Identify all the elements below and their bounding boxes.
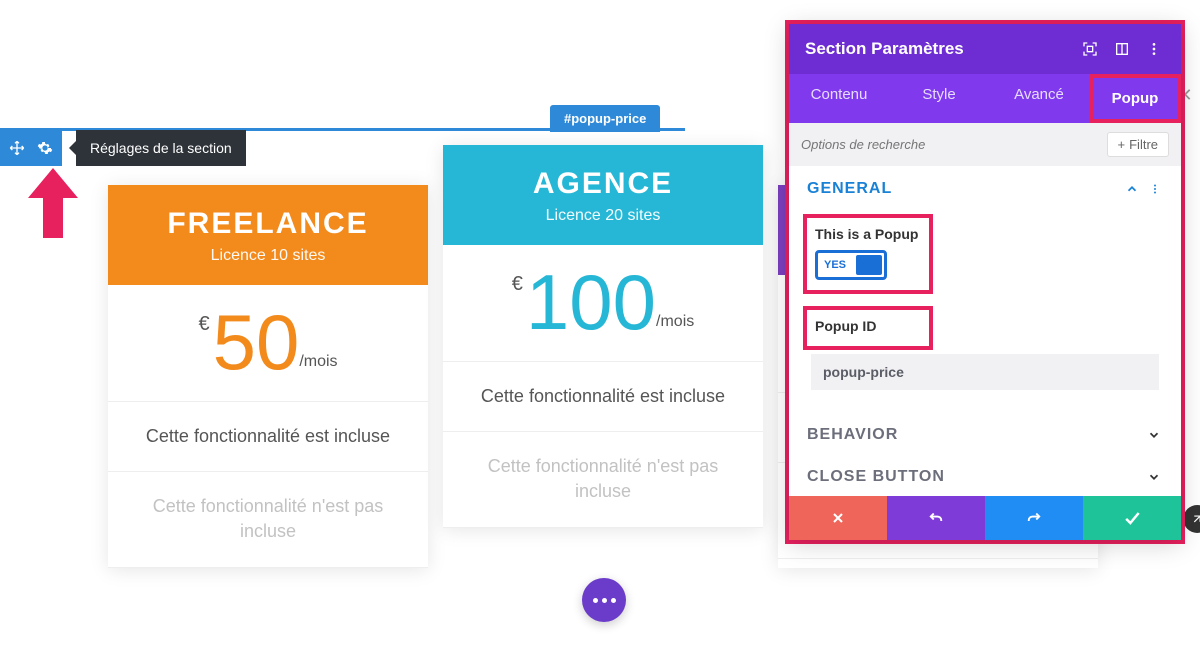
section-settings-tooltip: Réglages de la section bbox=[76, 130, 246, 166]
group-behavior-label: BEHAVIOR bbox=[807, 426, 1145, 444]
price-amount: 100 bbox=[526, 263, 656, 341]
popup-id-input[interactable] bbox=[811, 354, 1159, 390]
pricing-card-agence: AGENCE Licence 20 sites € 100 /mois Cett… bbox=[443, 145, 763, 528]
card-price: € 100 /mois bbox=[443, 245, 763, 362]
chevron-up-icon bbox=[1123, 180, 1141, 198]
price-amount: 50 bbox=[213, 303, 300, 381]
section-toolbar: Réglages de la section bbox=[0, 130, 246, 166]
group-close-button-label: CLOSE BUTTON bbox=[807, 468, 1145, 486]
field-is-popup-label: This is a Popup bbox=[815, 226, 921, 242]
feature-included: Cette fonctionnalité est incluse bbox=[443, 362, 763, 432]
feature-excluded: Cette fonctionnalité n'est pas incluse bbox=[108, 472, 428, 567]
group-general-label: GENERAL bbox=[807, 180, 1123, 198]
price-period: /mois bbox=[656, 313, 694, 331]
cancel-button[interactable] bbox=[789, 496, 887, 540]
filter-button[interactable]: + Filtre bbox=[1107, 132, 1169, 157]
kebab-menu-icon[interactable] bbox=[1143, 38, 1165, 60]
card-header: AGENCE Licence 20 sites bbox=[443, 145, 763, 245]
settings-panel-highlight: Section Paramètres Contenu Style Avancé … bbox=[785, 20, 1185, 544]
tab-content[interactable]: Contenu bbox=[789, 74, 889, 123]
field-popup-id-highlight: Popup ID bbox=[803, 306, 933, 350]
tab-popup-highlight: Popup bbox=[1089, 74, 1181, 123]
chevron-down-icon bbox=[1145, 426, 1163, 444]
field-popup-id-row bbox=[803, 346, 1167, 400]
group-close-button[interactable]: CLOSE BUTTON bbox=[789, 454, 1181, 496]
dot-icon bbox=[611, 598, 616, 603]
currency-symbol: € bbox=[198, 313, 209, 336]
toggle-value: YES bbox=[818, 259, 846, 271]
plus-icon: + bbox=[1118, 137, 1126, 152]
card-price: € 50 /mois bbox=[108, 285, 428, 402]
tab-popup[interactable]: Popup bbox=[1089, 74, 1181, 123]
group-behavior[interactable]: BEHAVIOR bbox=[789, 412, 1181, 454]
panel-footer bbox=[789, 496, 1181, 540]
feature-excluded: Cette fonctionnalité n'est pas incluse bbox=[443, 432, 763, 527]
undo-button[interactable] bbox=[887, 496, 985, 540]
panel-title: Section Paramètres bbox=[805, 39, 1069, 59]
columns-icon[interactable] bbox=[1111, 38, 1133, 60]
pointer-arrow-annotation bbox=[28, 168, 78, 238]
panel-search-row: + Filtre bbox=[789, 123, 1181, 166]
tab-style[interactable]: Style bbox=[889, 74, 989, 123]
field-popup-id-label: Popup ID bbox=[815, 318, 921, 334]
search-input[interactable] bbox=[801, 137, 1097, 152]
filter-label: Filtre bbox=[1129, 137, 1158, 152]
kebab-menu-icon[interactable] bbox=[1149, 183, 1163, 195]
settings-panel: Section Paramètres Contenu Style Avancé … bbox=[789, 24, 1181, 540]
save-button[interactable] bbox=[1083, 496, 1181, 540]
card-subtitle: Licence 20 sites bbox=[453, 207, 753, 225]
redo-button[interactable] bbox=[985, 496, 1083, 540]
group-general[interactable]: GENERAL bbox=[789, 166, 1181, 208]
toggle-knob bbox=[856, 255, 882, 275]
dot-icon bbox=[593, 598, 598, 603]
card-header: FREELANCE Licence 10 sites bbox=[108, 185, 428, 285]
pricing-card-freelance: FREELANCE Licence 10 sites € 50 /mois Ce… bbox=[108, 185, 428, 568]
move-icon[interactable] bbox=[8, 139, 26, 157]
gear-icon[interactable] bbox=[36, 139, 54, 157]
module-menu-button[interactable] bbox=[582, 578, 626, 622]
resize-handle-icon[interactable] bbox=[1183, 505, 1200, 533]
feature-included: Cette fonctionnalité est incluse bbox=[108, 402, 428, 472]
card-title: AGENCE bbox=[453, 167, 753, 201]
dot-icon bbox=[602, 598, 607, 603]
card-subtitle: Licence 10 sites bbox=[118, 247, 418, 265]
section-toolbar-icons bbox=[0, 130, 62, 166]
currency-symbol: € bbox=[512, 273, 523, 296]
focus-icon[interactable] bbox=[1079, 38, 1101, 60]
panel-header: Section Paramètres bbox=[789, 24, 1181, 74]
panel-body: GENERAL This is a Popup YES Popup ID bbox=[789, 166, 1181, 496]
field-is-popup-highlight: This is a Popup YES bbox=[803, 214, 933, 294]
panel-tabs: Contenu Style Avancé Popup bbox=[789, 74, 1181, 123]
price-period: /mois bbox=[299, 353, 337, 371]
tab-advanced[interactable]: Avancé bbox=[989, 74, 1089, 123]
chevron-down-icon bbox=[1145, 468, 1163, 486]
card-title: FREELANCE bbox=[118, 207, 418, 241]
is-popup-toggle[interactable]: YES bbox=[815, 250, 887, 280]
